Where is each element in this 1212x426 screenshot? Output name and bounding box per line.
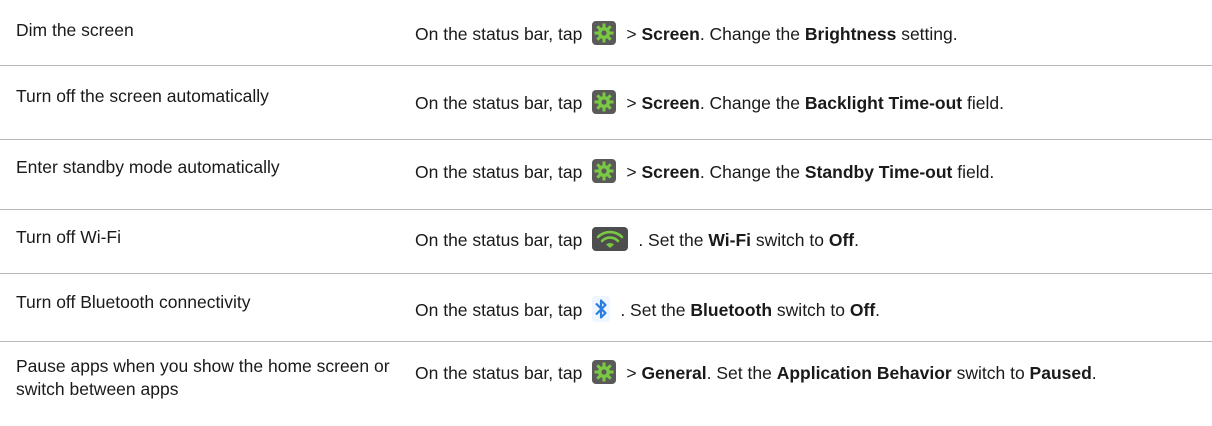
table-row: Turn off the screen automatically On the… xyxy=(0,66,1212,140)
table-row: Turn off Bluetooth connectivity On the s… xyxy=(0,274,1212,342)
task-label: Pause apps when you show the home screen… xyxy=(16,356,390,399)
bluetooth-icon xyxy=(592,296,611,323)
instruction-text: On the status bar, tap > Screen. Change t… xyxy=(415,20,958,48)
wifi-icon xyxy=(592,227,629,252)
table-row: Enter standby mode automatically On the … xyxy=(0,140,1212,210)
instruction-text: On the status bar, tap > General. Set the… xyxy=(415,356,1205,390)
gear-icon xyxy=(592,159,617,184)
instruction-text: On the status bar, tap > Screen. Change t… xyxy=(415,89,1004,117)
table-row: Dim the screen On the status bar, tap > S… xyxy=(0,0,1212,66)
task-label: Turn off Bluetooth connectivity xyxy=(16,292,251,312)
task-label: Turn off Wi-Fi xyxy=(16,227,122,247)
instruction-text: On the status bar, tap. Set the Bluetoot… xyxy=(415,296,880,324)
task-label: Turn off the screen automatically xyxy=(16,86,269,106)
gear-icon xyxy=(592,21,617,46)
gear-icon xyxy=(592,90,617,115)
gear-icon xyxy=(592,360,617,385)
task-label: Dim the screen xyxy=(16,20,134,40)
instruction-text: On the status bar, tap. Set the Wi-Fi sw… xyxy=(415,226,859,254)
table-row: Pause apps when you show the home screen… xyxy=(0,342,1212,426)
table-row: Turn off Wi-Fi On the status bar, tap. S… xyxy=(0,210,1212,274)
instructions-table: Dim the screen On the status bar, tap > S… xyxy=(0,0,1212,426)
instruction-text: On the status bar, tap > Screen. Change t… xyxy=(415,158,994,186)
task-label: Enter standby mode automatically xyxy=(16,157,280,177)
